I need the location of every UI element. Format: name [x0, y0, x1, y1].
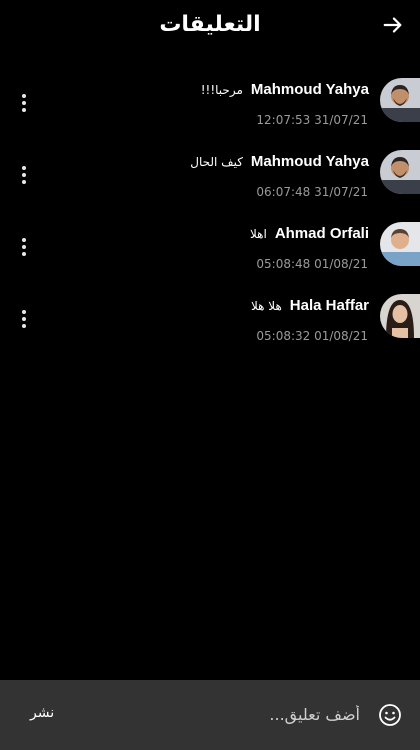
comment-timestamp: 05:08:48 01/08/21 — [256, 257, 368, 271]
more-vert-icon[interactable] — [14, 92, 34, 116]
comment-author[interactable]: Hala Haffar — [290, 297, 369, 314]
comment-item: Hala Haffar هلا هلا 05:08:32 01/08/21 — [0, 288, 420, 360]
comment-timestamp: 06:07:48 31/07/21 — [256, 185, 368, 199]
comment-author[interactable]: Mahmoud Yahya — [251, 153, 369, 170]
comment-timestamp: 05:08:32 01/08/21 — [256, 329, 368, 343]
comment-input[interactable] — [80, 698, 360, 730]
comment-text: مرحبا!!! — [200, 83, 243, 97]
comment-composer: نشر — [0, 680, 420, 750]
comment-text: هلا هلا — [251, 299, 282, 313]
publish-button[interactable]: نشر — [30, 705, 54, 721]
comment-author[interactable]: Mahmoud Yahya — [251, 81, 369, 98]
more-vert-icon[interactable] — [14, 236, 34, 260]
avatar[interactable] — [380, 78, 420, 122]
comment-timestamp: 12:07:53 31/07/21 — [256, 113, 368, 127]
comment-author[interactable]: Ahmad Orfali — [275, 225, 369, 242]
avatar[interactable] — [380, 150, 420, 194]
comment-text: كيف الحال — [190, 155, 243, 169]
more-vert-icon[interactable] — [14, 164, 34, 188]
comment-item: Mahmoud Yahya مرحبا!!! 12:07:53 31/07/21 — [0, 72, 420, 144]
avatar[interactable] — [380, 294, 420, 338]
comment-text: اهلا — [249, 227, 267, 241]
comment-item: Mahmoud Yahya كيف الحال 06:07:48 31/07/2… — [0, 144, 420, 216]
comment-item: Ahmad Orfali اهلا 05:08:48 01/08/21 — [0, 216, 420, 288]
comment-list: Mahmoud Yahya مرحبا!!! 12:07:53 31/07/21… — [0, 72, 420, 360]
smiley-icon[interactable] — [378, 703, 402, 727]
more-vert-icon[interactable] — [14, 308, 34, 332]
avatar[interactable] — [380, 222, 420, 266]
page-title: التعليقات — [159, 12, 261, 37]
header: التعليقات — [0, 0, 420, 58]
arrow-right-icon[interactable] — [382, 14, 404, 36]
